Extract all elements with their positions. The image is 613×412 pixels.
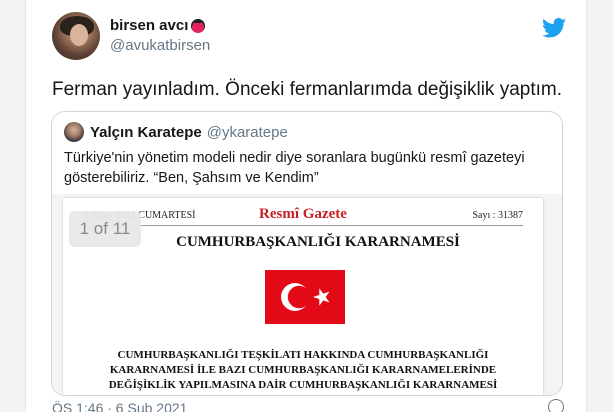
info-icon[interactable] — [548, 399, 564, 412]
author-handle[interactable]: @avukatbirsen — [110, 36, 210, 56]
author-name-text[interactable]: birsen avcı — [110, 16, 188, 36]
gazette-subtitle-line: CUMHURBAŞKANLIĞI TEŞKİLATI HAKKINDA CUMH… — [117, 349, 489, 361]
quoted-author-handle: @ykaratepe — [206, 123, 288, 141]
quoted-media[interactable]: 6 Şubat 2021 CUMARTESİ Resmî Gazete Sayı… — [52, 194, 562, 395]
quoted-author-name: Yalçın Karatepe — [90, 123, 202, 141]
twitter-bird-icon[interactable] — [542, 18, 566, 38]
gazette-issue-number: Sayı : 31387 — [472, 210, 523, 221]
quoted-tweet-header: Yalçın Karatepe @ykaratepe — [64, 122, 288, 142]
gazette-divider — [83, 225, 523, 226]
gazette-subtitle: CUMHURBAŞKANLIĞI TEŞKİLATI HAKKINDA CUMH… — [63, 348, 543, 393]
author-names: birsen avcı @avukatbirsen — [110, 16, 210, 56]
tweet-header: birsen avcı @avukatbirsen — [52, 12, 566, 62]
quoted-avatar — [64, 122, 84, 142]
avatar[interactable] — [52, 12, 100, 60]
tweet-timestamp[interactable]: ÖS 1:46 · 6 Şub 2021 — [52, 400, 187, 412]
ladybug-icon — [191, 19, 206, 33]
turkish-flag-icon — [265, 270, 345, 324]
tweet-card[interactable]: birsen avcı @avukatbirsen Ferman yayınla… — [25, 0, 587, 412]
quoted-tweet-text: Türkiye'nin yönetim modeli nedir diye so… — [64, 150, 525, 186]
tweet-text: Ferman yayınladım. Önceki fermanlarımda … — [52, 79, 563, 100]
author-display-name[interactable]: birsen avcı — [110, 16, 210, 36]
media-page-counter: 1 of 11 — [69, 211, 141, 247]
quoted-tweet[interactable]: Yalçın Karatepe @ykaratepe Türkiye'nin y… — [51, 111, 563, 396]
gazette-subtitle-line: KARARNAMESİ İLE BAZI CUMHURBAŞKANLIĞI KA… — [109, 364, 497, 376]
gazette-subtitle-line: DEĞİŞİKLİK YAPILMASINA DAİR CUMHURBAŞKAN… — [108, 379, 498, 391]
